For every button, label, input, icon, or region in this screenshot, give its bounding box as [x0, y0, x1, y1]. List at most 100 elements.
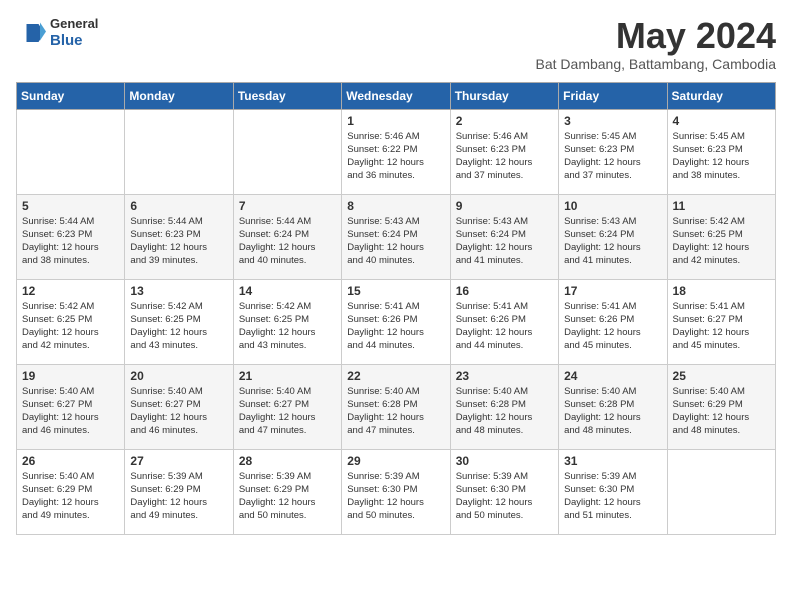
calendar-cell: 17 Sunrise: 5:41 AMSunset: 6:26 PMDayligh… [559, 279, 667, 364]
day-info: Sunrise: 5:40 AMSunset: 6:28 PMDaylight:… [456, 385, 553, 438]
calendar-cell: 26 Sunrise: 5:40 AMSunset: 6:29 PMDayligh… [17, 449, 125, 534]
day-number: 23 [456, 369, 553, 383]
day-info: Sunrise: 5:40 AMSunset: 6:27 PMDaylight:… [130, 385, 227, 438]
calendar-cell: 1 Sunrise: 5:46 AMSunset: 6:22 PMDaylight… [342, 109, 450, 194]
day-number: 13 [130, 284, 227, 298]
calendar-cell: 10 Sunrise: 5:43 AMSunset: 6:24 PMDayligh… [559, 194, 667, 279]
calendar-cell: 22 Sunrise: 5:40 AMSunset: 6:28 PMDayligh… [342, 364, 450, 449]
calendar-cell: 7Sunrise: 5:44 AMSunset: 6:24 PMDaylight… [233, 194, 341, 279]
day-info: Sunrise: 5:40 AMSunset: 6:28 PMDaylight:… [564, 385, 661, 438]
calendar-cell: 27 Sunrise: 5:39 AMSunset: 6:29 PMDayligh… [125, 449, 233, 534]
day-number: 6 [130, 199, 227, 213]
day-info: Sunrise: 5:40 AMSunset: 6:28 PMDaylight:… [347, 385, 444, 438]
day-info: Sunrise: 5:41 AMSunset: 6:26 PMDaylight:… [347, 300, 444, 353]
month-title: May 2024 [536, 16, 776, 56]
calendar-cell: 25 Sunrise: 5:40 AMSunset: 6:29 PMDayligh… [667, 364, 775, 449]
day-number: 3 [564, 114, 661, 128]
day-number: 11 [673, 199, 770, 213]
day-number: 20 [130, 369, 227, 383]
calendar-cell: 20 Sunrise: 5:40 AMSunset: 6:27 PMDayligh… [125, 364, 233, 449]
calendar-cell: 28Sunrise: 5:39 AMSunset: 6:29 PMDayligh… [233, 449, 341, 534]
day-number: 14 [239, 284, 336, 298]
logo-blue-text: Blue [50, 32, 98, 50]
calendar-cell: 2Sunrise: 5:46 AMSunset: 6:23 PMDaylight… [450, 109, 558, 194]
day-info: Sunrise: 5:41 AMSunset: 6:26 PMDaylight:… [456, 300, 553, 353]
day-number: 10 [564, 199, 661, 213]
calendar-cell: 30 Sunrise: 5:39 AMSunset: 6:30 PMDayligh… [450, 449, 558, 534]
day-number: 27 [130, 454, 227, 468]
calendar-cell: 21Sunrise: 5:40 AMSunset: 6:27 PMDayligh… [233, 364, 341, 449]
day-number: 25 [673, 369, 770, 383]
calendar-week-row: 19 Sunrise: 5:40 AMSunset: 6:27 PMDayligh… [17, 364, 776, 449]
day-number: 19 [22, 369, 119, 383]
calendar-cell: 3Sunrise: 5:45 AMSunset: 6:23 PMDaylight… [559, 109, 667, 194]
day-info: Sunrise: 5:43 AMSunset: 6:24 PMDaylight:… [347, 215, 444, 268]
day-info: Sunrise: 5:40 AMSunset: 6:27 PMDaylight:… [22, 385, 119, 438]
day-number: 22 [347, 369, 444, 383]
calendar-cell: 5 Sunrise: 5:44 AMSunset: 6:23 PMDaylight… [17, 194, 125, 279]
day-info: Sunrise: 5:43 AMSunset: 6:24 PMDaylight:… [564, 215, 661, 268]
day-number: 31 [564, 454, 661, 468]
day-number: 17 [564, 284, 661, 298]
calendar-cell: 16 Sunrise: 5:41 AMSunset: 6:26 PMDayligh… [450, 279, 558, 364]
day-info: Sunrise: 5:42 AMSunset: 6:25 PMDaylight:… [130, 300, 227, 353]
day-number: 12 [22, 284, 119, 298]
day-number: 15 [347, 284, 444, 298]
calendar-cell: 4 Sunrise: 5:45 AMSunset: 6:23 PMDaylight… [667, 109, 775, 194]
day-number: 16 [456, 284, 553, 298]
day-of-week-header: Saturday [667, 82, 775, 109]
day-info: Sunrise: 5:39 AMSunset: 6:30 PMDaylight:… [347, 470, 444, 523]
calendar-cell: 11Sunrise: 5:42 AMSunset: 6:25 PMDayligh… [667, 194, 775, 279]
location-subtitle: Bat Dambang, Battambang, Cambodia [536, 56, 776, 72]
day-info: Sunrise: 5:44 AMSunset: 6:24 PMDaylight:… [239, 215, 336, 268]
day-number: 24 [564, 369, 661, 383]
day-info: Sunrise: 5:40 AMSunset: 6:29 PMDaylight:… [22, 470, 119, 523]
calendar-cell: 8 Sunrise: 5:43 AMSunset: 6:24 PMDaylight… [342, 194, 450, 279]
day-info: Sunrise: 5:46 AMSunset: 6:22 PMDaylight:… [347, 130, 444, 183]
calendar-week-row: 5 Sunrise: 5:44 AMSunset: 6:23 PMDaylight… [17, 194, 776, 279]
day-number: 5 [22, 199, 119, 213]
day-info: Sunrise: 5:42 AMSunset: 6:25 PMDaylight:… [22, 300, 119, 353]
calendar-cell [125, 109, 233, 194]
calendar-cell: 24 Sunrise: 5:40 AMSunset: 6:28 PMDayligh… [559, 364, 667, 449]
day-info: Sunrise: 5:39 AMSunset: 6:29 PMDaylight:… [130, 470, 227, 523]
calendar-week-row: 26 Sunrise: 5:40 AMSunset: 6:29 PMDayligh… [17, 449, 776, 534]
day-info: Sunrise: 5:43 AMSunset: 6:24 PMDaylight:… [456, 215, 553, 268]
day-of-week-header: Sunday [17, 82, 125, 109]
calendar-cell: 9 Sunrise: 5:43 AMSunset: 6:24 PMDaylight… [450, 194, 558, 279]
day-number: 4 [673, 114, 770, 128]
calendar-cell: 6 Sunrise: 5:44 AMSunset: 6:23 PMDaylight… [125, 194, 233, 279]
day-info: Sunrise: 5:41 AMSunset: 6:26 PMDaylight:… [564, 300, 661, 353]
day-number: 29 [347, 454, 444, 468]
day-info: Sunrise: 5:40 AMSunset: 6:29 PMDaylight:… [673, 385, 770, 438]
calendar-cell: 23 Sunrise: 5:40 AMSunset: 6:28 PMDayligh… [450, 364, 558, 449]
day-info: Sunrise: 5:39 AMSunset: 6:30 PMDaylight:… [456, 470, 553, 523]
day-number: 8 [347, 199, 444, 213]
day-of-week-header: Friday [559, 82, 667, 109]
general-blue-logo-icon [16, 18, 46, 48]
day-number: 26 [22, 454, 119, 468]
calendar-table: SundayMondayTuesdayWednesdayThursdayFrid… [16, 82, 776, 535]
calendar-cell: 29 Sunrise: 5:39 AMSunset: 6:30 PMDayligh… [342, 449, 450, 534]
day-number: 9 [456, 199, 553, 213]
calendar-cell [17, 109, 125, 194]
calendar-cell: 12 Sunrise: 5:42 AMSunset: 6:25 PMDayligh… [17, 279, 125, 364]
day-of-week-header: Tuesday [233, 82, 341, 109]
day-info: Sunrise: 5:44 AMSunset: 6:23 PMDaylight:… [130, 215, 227, 268]
day-number: 30 [456, 454, 553, 468]
day-number: 2 [456, 114, 553, 128]
day-number: 28 [239, 454, 336, 468]
day-info: Sunrise: 5:45 AMSunset: 6:23 PMDaylight:… [673, 130, 770, 183]
day-of-week-header: Thursday [450, 82, 558, 109]
day-of-week-header: Wednesday [342, 82, 450, 109]
calendar-week-row: 12 Sunrise: 5:42 AMSunset: 6:25 PMDayligh… [17, 279, 776, 364]
day-number: 1 [347, 114, 444, 128]
day-info: Sunrise: 5:42 AMSunset: 6:25 PMDaylight:… [239, 300, 336, 353]
day-info: Sunrise: 5:44 AMSunset: 6:23 PMDaylight:… [22, 215, 119, 268]
title-area: May 2024 Bat Dambang, Battambang, Cambod… [536, 16, 776, 72]
day-number: 18 [673, 284, 770, 298]
logo-general-text: General [50, 16, 98, 32]
calendar-cell [667, 449, 775, 534]
calendar-cell [233, 109, 341, 194]
logo: General Blue [16, 16, 98, 50]
